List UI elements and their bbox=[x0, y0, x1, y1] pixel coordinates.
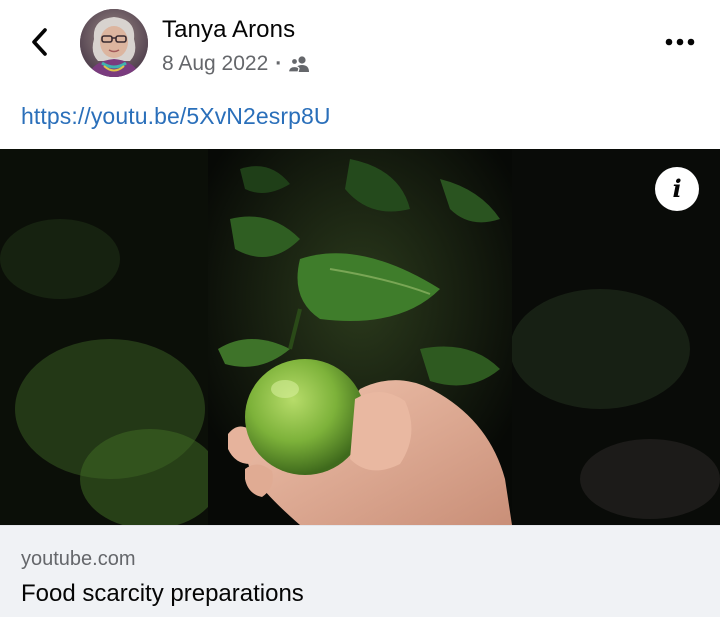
friends-icon[interactable] bbox=[288, 55, 310, 73]
lime-tree-photo bbox=[0, 149, 720, 525]
more-options-icon bbox=[665, 38, 695, 46]
post-header: Tanya Arons 8 Aug 2022 · bbox=[0, 0, 720, 90]
link-title[interactable]: Food scarcity preparations bbox=[21, 580, 304, 608]
post-date[interactable]: 8 Aug 2022 bbox=[162, 52, 268, 76]
link-preview-card[interactable]: youtube.com Food scarcity preparations bbox=[0, 525, 720, 617]
post-meta: 8 Aug 2022 · bbox=[162, 52, 310, 76]
info-button[interactable]: i bbox=[655, 167, 699, 211]
info-icon: i bbox=[672, 174, 682, 203]
author-name[interactable]: Tanya Arons bbox=[162, 16, 295, 44]
video-thumbnail[interactable]: i bbox=[0, 149, 720, 525]
meta-separator: · bbox=[275, 52, 283, 75]
link-domain: youtube.com bbox=[21, 548, 136, 570]
back-chevron-icon bbox=[32, 28, 47, 56]
post-link[interactable]: https://youtu.be/5XvN2esrp8U bbox=[21, 103, 331, 130]
author-avatar[interactable] bbox=[80, 9, 148, 77]
back-button[interactable] bbox=[22, 22, 58, 62]
more-options-button[interactable] bbox=[662, 30, 698, 54]
